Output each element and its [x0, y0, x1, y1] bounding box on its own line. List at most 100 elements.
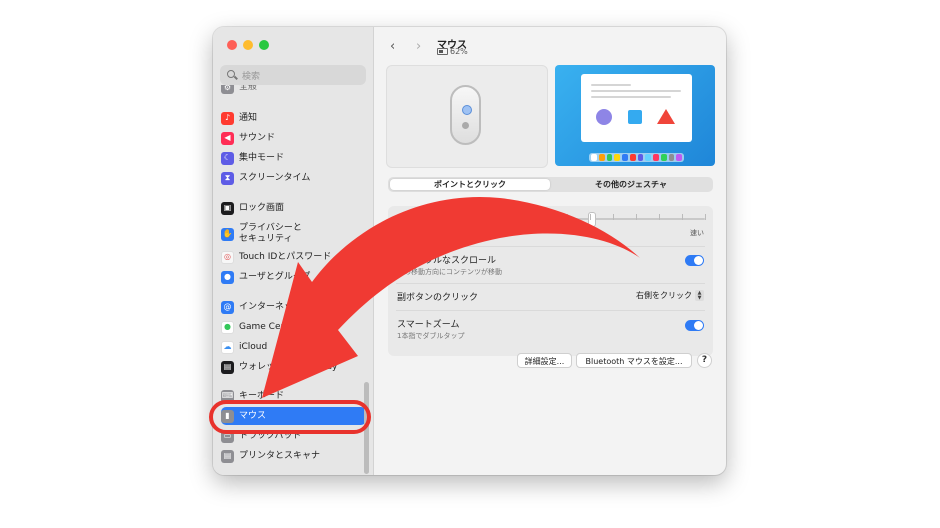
sidebar-item[interactable]: ⌨ キーボード [221, 389, 366, 403]
sidebar-scrollbar[interactable] [364, 382, 369, 474]
sidebar-item[interactable]: ◀ サウンド [221, 131, 366, 145]
apple-logo-icon [462, 122, 469, 129]
secondary-click-popup[interactable]: 右側をクリック ▲ ▼ [636, 290, 704, 301]
search-field[interactable]: 検索 [220, 65, 366, 85]
sidebar-item-label: プライバシーと セキュリティ [239, 223, 302, 244]
printer-icon: ▤ [221, 449, 234, 463]
sidebar-list: ⚙ 全般 ♪ 通知 ◀ サウンド ☾ 集中モード ⧗ スクリーンタイム ▣ ロック画面 ✋ プライバシ… [213, 85, 373, 475]
square-shape-icon [628, 110, 642, 124]
sidebar-item[interactable]: ▣ ロック画面 [221, 201, 366, 215]
slider-tick [705, 214, 706, 220]
sidebar-item[interactable]: ▭ トラックパッド [221, 429, 366, 443]
slider-tick [659, 214, 660, 220]
trackpad-icon: ▭ [221, 429, 234, 443]
minimize-button[interactable] [243, 40, 253, 50]
at-icon: @ [221, 300, 234, 314]
triangle-shape-icon [657, 109, 675, 124]
circle-shape-icon [596, 109, 612, 125]
sidebar-item-label: トラックパッド [239, 430, 302, 441]
system-settings-window: 検索 ⚙ 全般 ♪ 通知 ◀ サウンド ☾ 集中モード ⧗ スクリーンタイム ▣ ロック画面 ✋ プラ… [213, 27, 726, 475]
bluetooth-mouse-setup-button[interactable]: Bluetooth マウスを設定... [576, 353, 692, 368]
magic-mouse-icon [450, 85, 481, 145]
sidebar-item[interactable]: ✋ プライバシーと セキュリティ [221, 221, 366, 247]
sidebar-item-label: スクリーンタイム [239, 172, 311, 183]
hand-icon: ✋ [221, 227, 234, 241]
preview-dock [589, 153, 684, 162]
sidebar-item-label: インターネットアカウント [239, 301, 348, 312]
battery-icon [437, 48, 448, 55]
moon-icon: ☾ [221, 151, 234, 165]
sidebar-item-label: Touch IDとパスワード [239, 251, 332, 262]
tab-point-and-click[interactable]: ポイントとクリック [390, 179, 550, 190]
search-icon [227, 69, 238, 81]
slider-tick [498, 214, 499, 220]
settings-group: 軌跡の速さ 速い ナチュラルなスクロール 指の移動方向にコンテンツが移動 副ボタ… [388, 206, 713, 356]
tracking-speed-slider[interactable] [498, 212, 706, 227]
sidebar-item[interactable]: ☁ iCloud [221, 340, 366, 354]
sidebar-item-label: ウォレットとApple Pay [239, 361, 338, 372]
sidebar-item-label: ロック画面 [239, 202, 285, 213]
sidebar-item-label: 全般 [239, 85, 258, 92]
sidebar-item-label: キーボード [239, 390, 285, 401]
secondary-click-label: 副ボタンのクリック [397, 293, 479, 303]
sidebar-item[interactable]: ▤ ウォレットとApple Pay [221, 360, 366, 374]
sidebar-item-label: iCloud [239, 341, 268, 352]
desktop-preview [555, 65, 715, 166]
slider-tick [613, 214, 614, 220]
lock-screen-icon: ▣ [221, 201, 234, 215]
slider-tick [544, 214, 545, 220]
natural-scroll-label: ナチュラルなスクロール [397, 256, 497, 266]
bell-icon: ♪ [221, 111, 234, 125]
segmented-tabs: ポイントとクリック その他のジェスチャ [388, 177, 713, 192]
sidebar-item[interactable]: ● ユーザとグループ [221, 270, 366, 284]
chevron-updown-icon: ▲ ▼ [695, 290, 704, 301]
search-placeholder: 検索 [242, 71, 261, 82]
tab-more-gestures[interactable]: その他のジェスチャ [551, 179, 711, 190]
sidebar-item[interactable]: ♪ 通知 [221, 111, 366, 125]
sidebar-item[interactable]: ⧗ スクリーンタイム [221, 171, 366, 185]
help-button[interactable]: ? [697, 353, 712, 368]
gear-icon: ⚙ [221, 85, 234, 94]
sidebar-item-label: 集中モード [239, 152, 285, 163]
advanced-settings-button[interactable]: 詳細設定... [517, 353, 572, 368]
slider-tick [636, 214, 637, 220]
sidebar-item[interactable]: @ インターネットアカウント [221, 300, 366, 314]
hourglass-icon: ⧗ [221, 171, 234, 185]
click-indicator [462, 105, 472, 115]
sidebar-item[interactable]: ◎ Touch IDとパスワード [221, 250, 366, 264]
sidebar-item[interactable]: ▤ プリンタとスキャナ [221, 449, 366, 463]
users-icon: ● [221, 270, 234, 284]
speaker-icon: ◀ [221, 131, 234, 145]
game-center-icon: ● [221, 320, 234, 334]
zoom-button[interactable] [259, 40, 269, 50]
mouse-preview [386, 65, 548, 168]
slider-tick [567, 214, 568, 220]
back-button[interactable]: ‹ [390, 40, 395, 53]
traffic-lights [227, 40, 269, 50]
smart-zoom-description: 1本指でダブルタップ [397, 332, 465, 340]
smart-zoom-row: スマートズーム 1本指でダブルタップ [388, 311, 713, 351]
sidebar-item-label: 通知 [239, 112, 258, 123]
sidebar-item-label: Game Center [239, 321, 299, 332]
secondary-click-value: 右側をクリック [636, 291, 692, 300]
sidebar-item-label: プリンタとスキャナ [239, 450, 321, 461]
cloud-icon: ☁ [221, 340, 234, 354]
forward-button[interactable]: › [416, 40, 421, 53]
sidebar-item-label: サウンド [239, 132, 276, 143]
natural-scroll-row: ナチュラルなスクロール 指の移動方向にコンテンツが移動 [388, 247, 713, 283]
close-button[interactable] [227, 40, 237, 50]
sidebar-item[interactable]: ● Game Center [221, 320, 366, 334]
smart-zoom-toggle[interactable] [685, 320, 704, 331]
sidebar-item-general[interactable]: ⚙ 全般 [221, 85, 366, 94]
slider-fast-label: 速い [690, 229, 704, 237]
preview-window [581, 74, 692, 142]
slider-tick [682, 214, 683, 220]
slider-tick [590, 214, 591, 220]
sidebar-item[interactable]: ☾ 集中モード [221, 151, 366, 165]
mouse-icon: ▮ [221, 409, 234, 423]
wallet-icon: ▤ [221, 360, 234, 374]
natural-scroll-toggle[interactable] [685, 255, 704, 266]
tracking-speed-label: 軌跡の速さ [397, 216, 443, 226]
main-pane: ‹ › マウス 62% ポイントとクリック その他のジェスチャ 軌跡の速さ 速い… [374, 27, 726, 475]
sidebar-item[interactable]: ▮ マウス [221, 407, 366, 425]
